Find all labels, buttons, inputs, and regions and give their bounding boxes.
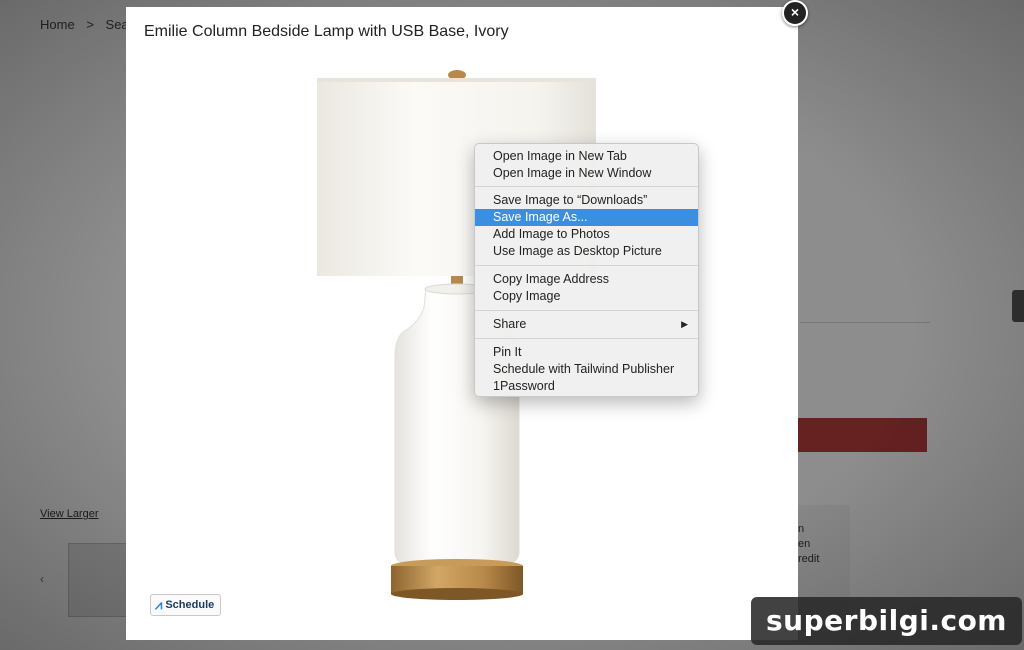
menu-item-add-image-to-photos[interactable]: Add Image to Photos: [475, 226, 698, 243]
schedule-button-label: Schedule: [165, 599, 215, 611]
tailwind-icon: ⩘: [155, 597, 163, 612]
menu-item-save-image-downloads[interactable]: Save Image to “Downloads”: [475, 192, 698, 209]
menu-separator: [475, 186, 698, 187]
menu-item-1password[interactable]: 1Password: [475, 378, 698, 395]
menu-item-schedule-tailwind[interactable]: Schedule with Tailwind Publisher: [475, 361, 698, 378]
menu-item-use-as-desktop-picture[interactable]: Use Image as Desktop Picture: [475, 243, 698, 260]
context-menu: Open Image in New Tab Open Image in New …: [474, 143, 699, 397]
menu-item-share-label: Share: [493, 317, 527, 331]
submenu-arrow-icon: ▶: [681, 319, 688, 329]
menu-separator: [475, 338, 698, 339]
close-icon[interactable]: ×: [782, 0, 808, 26]
menu-item-pin-it[interactable]: Pin It: [475, 344, 698, 361]
watermark-logo: superbilgi.com: [751, 597, 1022, 645]
schedule-button[interactable]: ⩘ Schedule: [150, 594, 222, 616]
menu-item-open-image-new-window[interactable]: Open Image in New Window: [475, 165, 698, 182]
menu-separator: [475, 310, 698, 311]
menu-separator: [475, 265, 698, 266]
menu-item-open-image-new-tab[interactable]: Open Image in New Tab: [475, 148, 698, 165]
menu-item-save-image-as[interactable]: Save Image As...: [475, 209, 698, 226]
menu-item-share[interactable]: Share ▶: [475, 316, 698, 333]
menu-item-copy-image[interactable]: Copy Image: [475, 288, 698, 305]
menu-item-copy-image-address[interactable]: Copy Image Address: [475, 271, 698, 288]
